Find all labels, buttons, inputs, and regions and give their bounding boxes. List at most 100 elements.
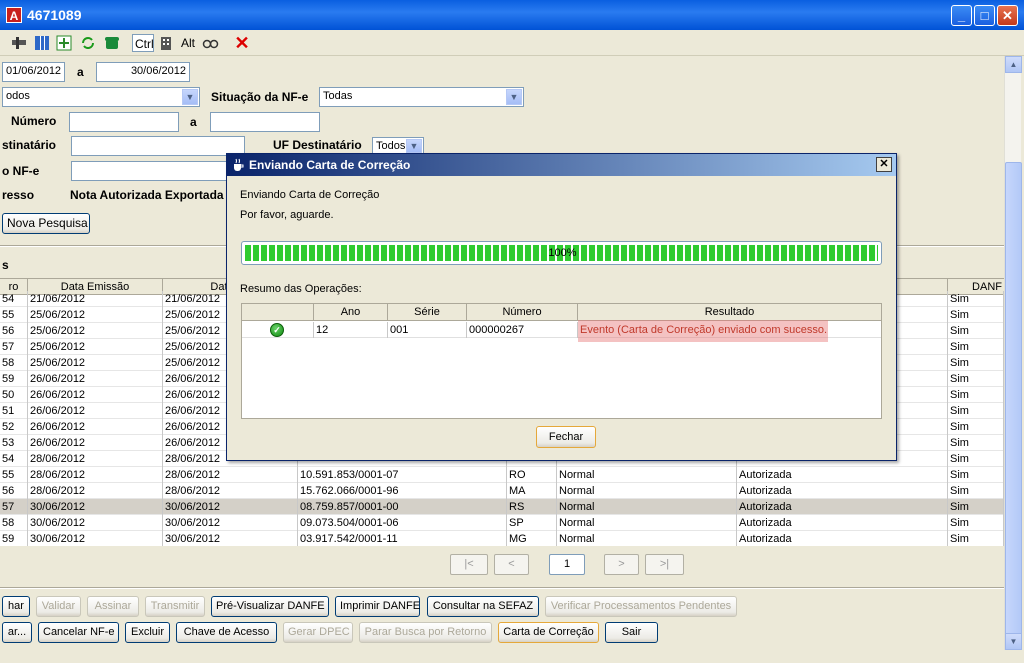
chevron-down-icon: ▼ bbox=[182, 89, 198, 105]
action-ar-button[interactable]: ar... bbox=[2, 622, 32, 643]
cancel-icon[interactable]: ✕ bbox=[233, 34, 251, 52]
data-emissao-cell: 25/06/2012 bbox=[28, 323, 163, 339]
table-row[interactable]: 57 30/06/2012 30/06/2012 08.759.857/0001-00… bbox=[0, 499, 1004, 515]
refresh-icon[interactable] bbox=[79, 34, 97, 52]
table-row[interactable]: 55 28/06/2012 28/06/2012 10.591.853/0001-07… bbox=[0, 467, 1004, 483]
uf-cell: RS bbox=[507, 499, 557, 515]
numero-cell: 55 bbox=[0, 467, 28, 483]
window-title-bar: A 4671089 _ □ ✕ bbox=[0, 0, 1024, 30]
uf-cell: RO bbox=[507, 467, 557, 483]
table-row[interactable]: 59 30/06/2012 30/06/2012 03.917.542/0001-11… bbox=[0, 531, 1004, 546]
assinar-button[interactable]: Assinar bbox=[87, 596, 139, 617]
destinatario-input[interactable] bbox=[71, 136, 245, 156]
summary-table[interactable]: Ano Série Número Resultado ✓ 12 001 0000… bbox=[241, 303, 882, 419]
table-row[interactable]: 56 28/06/2012 28/06/2012 15.762.066/0001-96… bbox=[0, 483, 1004, 499]
numero-from-input[interactable] bbox=[69, 112, 179, 132]
parar-busca-button[interactable]: Parar Busca por Retorno bbox=[359, 622, 492, 643]
maximize-button[interactable]: □ bbox=[974, 5, 995, 26]
phone-icon[interactable] bbox=[103, 34, 121, 52]
ctrl-key-indicator[interactable]: Ctrl bbox=[132, 34, 154, 52]
minimize-button[interactable]: _ bbox=[951, 5, 972, 26]
date-to-input[interactable]: 30/06/2012 bbox=[96, 62, 190, 82]
toolbar: Ctrl Alt ✕ bbox=[0, 30, 1024, 56]
danfe-cell: Sim bbox=[948, 291, 1004, 307]
data-emissao-cell: 21/06/2012 bbox=[28, 291, 163, 307]
close-window-button[interactable]: ✕ bbox=[997, 5, 1018, 26]
numero-cell: 58 bbox=[0, 355, 28, 371]
numero-cell: 50 bbox=[0, 387, 28, 403]
data-autorizacao-cell: 30/06/2012 bbox=[163, 499, 298, 515]
danfe-cell: Sim bbox=[948, 403, 1004, 419]
danfe-cell: Sim bbox=[948, 355, 1004, 371]
scroll-up-icon[interactable]: ▲ bbox=[1005, 56, 1022, 73]
consultar-sefaz-button[interactable]: Consultar na SEFAZ bbox=[427, 596, 539, 617]
data-emissao-cell: 25/06/2012 bbox=[28, 339, 163, 355]
danfe-cell: Sim bbox=[948, 339, 1004, 355]
danfe-cell: Sim bbox=[948, 451, 1004, 467]
select-all-icon[interactable] bbox=[55, 34, 73, 52]
carta-correcao-button[interactable]: Carta de Correção bbox=[498, 622, 599, 643]
situacao-select[interactable]: Todas ▼ bbox=[319, 87, 524, 107]
building-icon[interactable] bbox=[157, 34, 175, 52]
nfe-input[interactable] bbox=[71, 161, 231, 181]
data-emissao-cell: 30/06/2012 bbox=[28, 515, 163, 531]
situacao-cell: Autorizada bbox=[737, 467, 948, 483]
table-row[interactable]: 58 30/06/2012 30/06/2012 09.073.504/0001-06… bbox=[0, 515, 1004, 531]
gerar-dpec-button[interactable]: Gerar DPEC bbox=[283, 622, 353, 643]
action-har-button[interactable]: har bbox=[2, 596, 30, 617]
date-from-input[interactable]: 01/06/2012 bbox=[2, 62, 65, 82]
numero-to-input[interactable] bbox=[210, 112, 320, 132]
prev-page-button[interactable]: < bbox=[494, 554, 529, 575]
progress-bar: 100% bbox=[241, 241, 882, 265]
chave-acesso-button[interactable]: Chave de Acesso bbox=[176, 622, 277, 643]
pre-visualizar-danfe-button[interactable]: Pré-Visualizar DANFE bbox=[211, 596, 329, 617]
excluir-button[interactable]: Excluir bbox=[125, 622, 170, 643]
vertical-scrollbar[interactable]: ▲ ▼ bbox=[1004, 56, 1022, 650]
numero-cell: 51 bbox=[0, 403, 28, 419]
danfe-cell: Sim bbox=[948, 371, 1004, 387]
situacao-cell: Autorizada bbox=[737, 531, 948, 546]
next-page-button[interactable]: > bbox=[604, 554, 639, 575]
cnpj-cell: 09.073.504/0001-06 bbox=[298, 515, 507, 531]
numero-cell: 59 bbox=[0, 531, 28, 546]
cancelar-nfe-button[interactable]: Cancelar NF-e bbox=[38, 622, 119, 643]
data-emissao-cell: 28/06/2012 bbox=[28, 467, 163, 483]
danfe-cell: Sim bbox=[948, 499, 1004, 515]
numero-sep-label: a bbox=[190, 115, 197, 129]
data-emissao-cell: 30/06/2012 bbox=[28, 531, 163, 546]
columns-icon[interactable] bbox=[33, 34, 51, 52]
glasses-icon[interactable] bbox=[201, 34, 219, 52]
nova-pesquisa-button[interactable]: Nova Pesquisa bbox=[2, 213, 90, 234]
results-label: s bbox=[2, 258, 9, 272]
dialog-title: Enviando Carta de Correção bbox=[249, 158, 411, 172]
scrollbar-thumb[interactable] bbox=[1005, 162, 1022, 642]
verificar-processamentos-button[interactable]: Verificar Processamentos Pendentes bbox=[545, 596, 737, 617]
danfe-cell: Sim bbox=[948, 467, 1004, 483]
data-autorizacao-cell: 28/06/2012 bbox=[163, 483, 298, 499]
tools-icon[interactable] bbox=[10, 34, 28, 52]
data-autorizacao-cell: 30/06/2012 bbox=[163, 515, 298, 531]
chevron-down-icon: ▼ bbox=[506, 89, 522, 105]
filter-select[interactable]: odos ▼ bbox=[2, 87, 200, 107]
validar-button[interactable]: Validar bbox=[36, 596, 81, 617]
situacao-cell: Autorizada bbox=[737, 499, 948, 515]
page-number-input[interactable]: 1 bbox=[549, 554, 585, 575]
ano-cell: 12 bbox=[314, 322, 388, 338]
fechar-button[interactable]: Fechar bbox=[536, 426, 596, 448]
danfe-cell: Sim bbox=[948, 307, 1004, 323]
scroll-down-icon[interactable]: ▼ bbox=[1005, 633, 1022, 650]
destinatario-label: stinatário bbox=[2, 138, 57, 152]
status-cell: ✓ bbox=[242, 322, 314, 338]
data-emissao-cell: 26/06/2012 bbox=[28, 403, 163, 419]
first-page-button[interactable]: |< bbox=[450, 554, 488, 575]
table-row[interactable]: ✓ 12 001 000000267 Evento (Carta de Corr… bbox=[242, 320, 881, 342]
data-emissao-cell: 26/06/2012 bbox=[28, 387, 163, 403]
sair-button[interactable]: Sair bbox=[605, 622, 658, 643]
alt-key-indicator[interactable]: Alt bbox=[179, 34, 197, 52]
last-page-button[interactable]: >| bbox=[645, 554, 684, 575]
dialog-close-button[interactable]: ✕ bbox=[876, 157, 892, 172]
transmitir-button[interactable]: Transmitir bbox=[145, 596, 205, 617]
imprimir-danfe-button[interactable]: Imprimir DANFE bbox=[335, 596, 420, 617]
resultado-cell: Evento (Carta de Correção) enviado com s… bbox=[580, 324, 828, 336]
danfe-cell: Sim bbox=[948, 419, 1004, 435]
